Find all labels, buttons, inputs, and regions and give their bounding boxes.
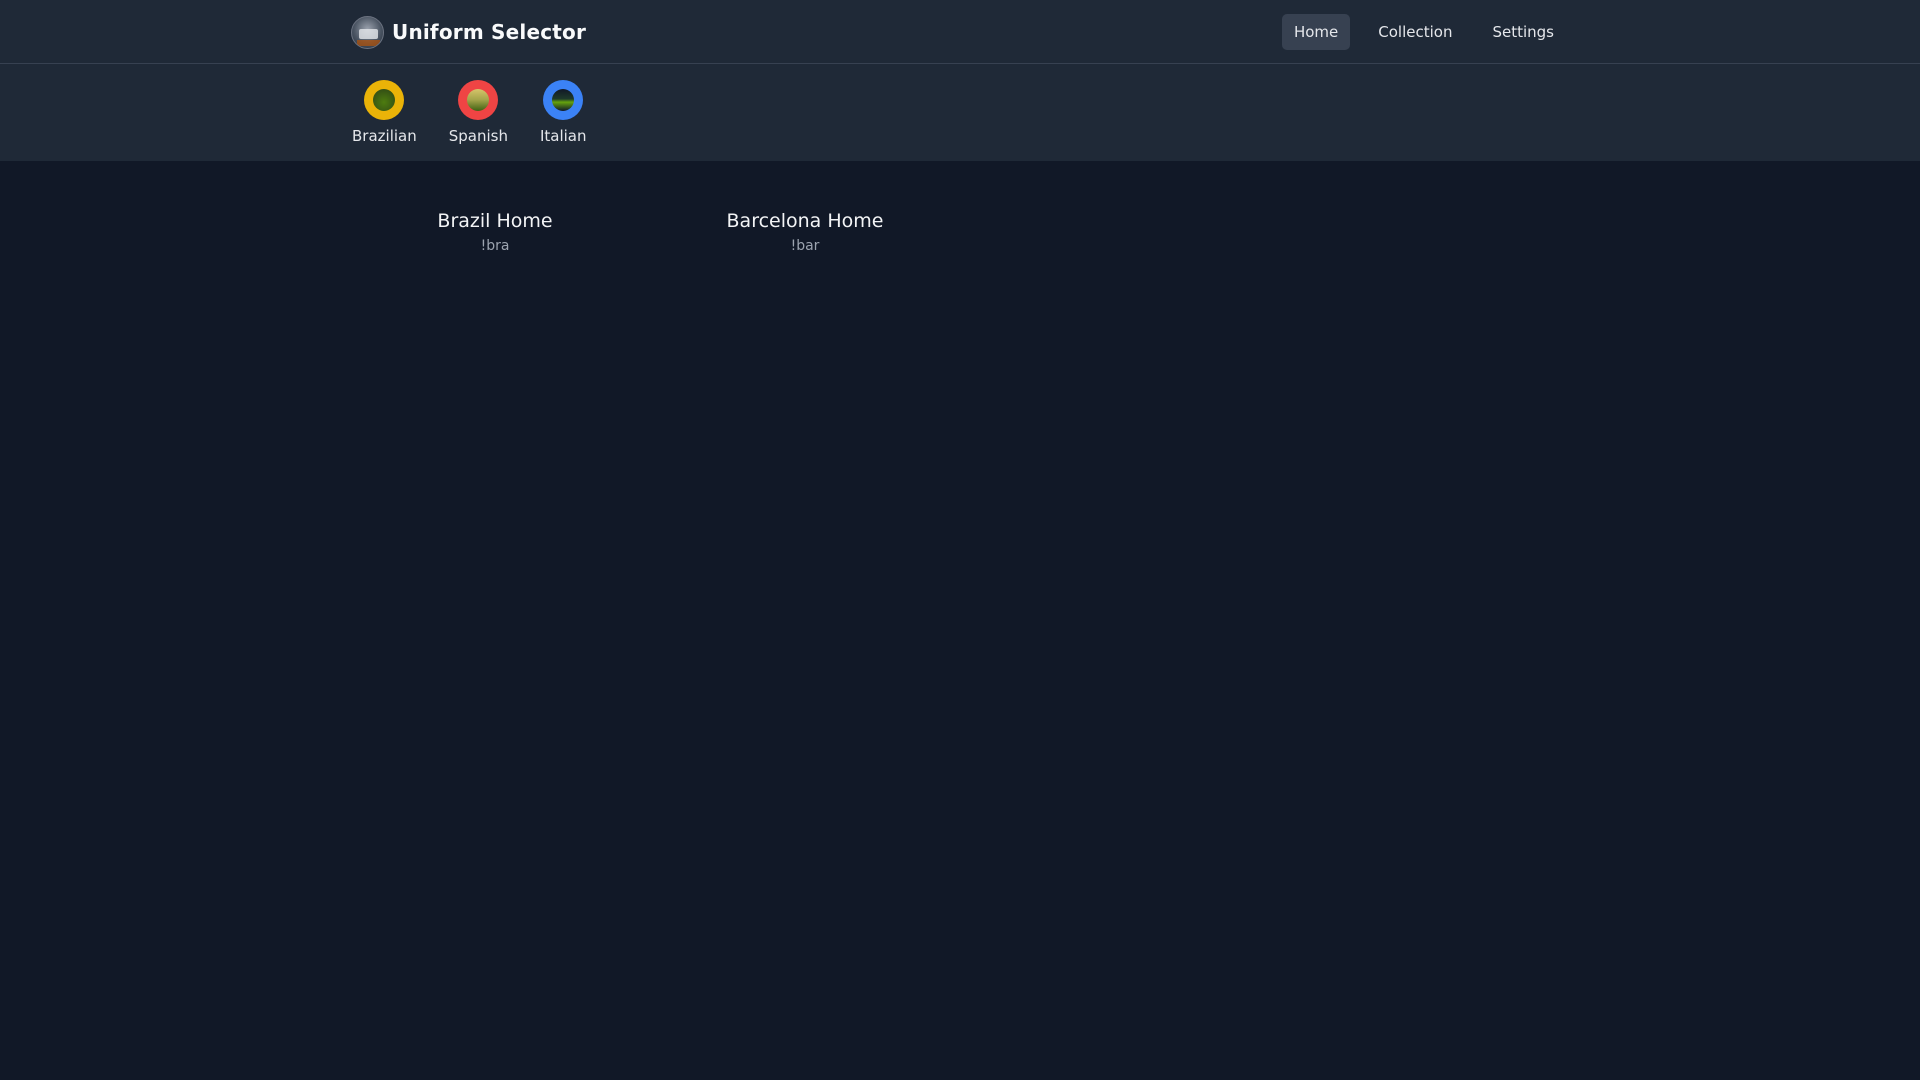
uniform-title: Barcelona Home xyxy=(726,210,884,232)
brazil-badge-icon xyxy=(364,80,405,120)
top-navigation-bar: Uniform Selector Home Collection Setting… xyxy=(0,0,1920,64)
category-list: Brazilian Spanish Italian xyxy=(352,80,587,145)
nav-home[interactable]: Home xyxy=(1281,14,1351,50)
uniform-code: !bra xyxy=(480,238,510,254)
app-title: Uniform Selector xyxy=(392,20,587,44)
category-spanish[interactable]: Spanish xyxy=(449,80,508,145)
nav-settings[interactable]: Settings xyxy=(1480,14,1566,50)
spain-badge-icon xyxy=(458,80,499,120)
uniform-card-barcelona-home[interactable]: Barcelona Home !bar xyxy=(715,208,895,256)
uniform-card-brazil-home[interactable]: Brazil Home !bra xyxy=(420,208,570,256)
team-photo-logo-icon xyxy=(351,15,384,49)
category-label: Brazilian xyxy=(352,127,417,145)
category-bar: Brazilian Spanish Italian xyxy=(0,64,1920,161)
brand[interactable]: Uniform Selector xyxy=(351,15,586,49)
uniform-code: !bar xyxy=(790,238,820,254)
italy-badge-icon xyxy=(543,80,584,120)
main-nav: Home Collection Settings xyxy=(1281,14,1566,50)
category-brazilian[interactable]: Brazilian xyxy=(352,80,417,145)
uniform-title: Brazil Home xyxy=(437,210,553,232)
category-italian[interactable]: Italian xyxy=(540,80,587,145)
category-label: Spanish xyxy=(448,127,508,145)
nav-collection[interactable]: Collection xyxy=(1366,14,1464,50)
category-label: Italian xyxy=(539,127,587,145)
